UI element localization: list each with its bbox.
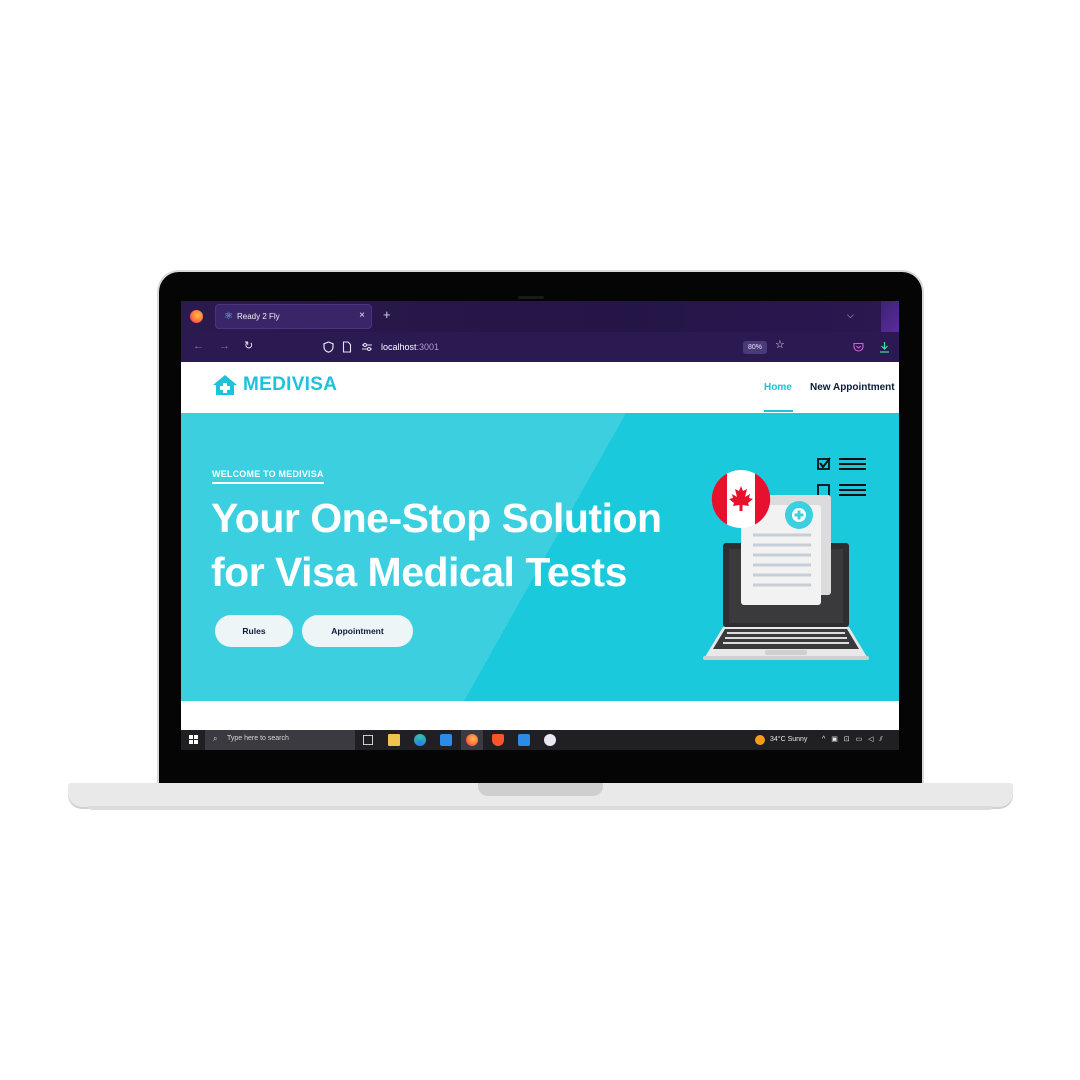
appointment-button[interactable]: Appointment xyxy=(302,615,413,647)
stage: ⚛ Ready 2 Fly × + ⌵ ← → ↻ localhost:3001… xyxy=(0,0,1080,1080)
system-tray-icons[interactable]: ^ ▣ ⊡ ▭ ◁ ⫽ xyxy=(822,735,885,744)
canada-flag-icon xyxy=(711,470,771,528)
laptop-screen: ⚛ Ready 2 Fly × + ⌵ ← → ↻ localhost:3001… xyxy=(181,301,899,750)
zoom-level-badge[interactable]: 80% xyxy=(743,341,767,354)
taskbar-search-placeholder: Type here to search xyxy=(227,735,289,742)
new-tab-button[interactable]: + xyxy=(383,308,391,322)
browser-tab-bar: ⚛ Ready 2 Fly × + ⌵ xyxy=(181,301,899,332)
hero-title-line-2: for Visa Medical Tests xyxy=(211,549,627,595)
taskbar-search-box[interactable]: ⌕ Type here to search xyxy=(205,730,355,750)
tab-title: Ready 2 Fly xyxy=(237,312,280,321)
download-icon[interactable] xyxy=(879,341,890,353)
url-port: :3001 xyxy=(416,342,440,352)
laptop-base-shadow xyxy=(88,806,993,810)
browser-tab-active[interactable]: ⚛ Ready 2 Fly × xyxy=(215,304,372,329)
checklist-icon xyxy=(817,457,866,497)
nav-active-indicator xyxy=(764,410,793,412)
page-content-below-hero xyxy=(181,701,899,730)
weather-sun-icon xyxy=(755,735,765,745)
page-icon[interactable] xyxy=(342,341,352,353)
bookmark-star-icon[interactable]: ☆ xyxy=(775,339,785,352)
file-explorer-icon[interactable] xyxy=(388,734,400,746)
reload-icon[interactable]: ↻ xyxy=(244,340,253,353)
permissions-icon[interactable] xyxy=(361,343,373,351)
vscode-insiders-icon[interactable] xyxy=(518,734,530,746)
brave-icon[interactable] xyxy=(492,734,504,746)
url-text[interactable]: localhost:3001 xyxy=(381,341,439,353)
nav-link-home[interactable]: Home xyxy=(764,382,792,393)
hero-eyebrow: WELCOME TO MEDIVISA xyxy=(212,469,324,484)
url-host: localhost xyxy=(381,342,417,352)
site-header: MEDIVISA Home New Appointment xyxy=(181,362,899,413)
list-tabs-icon[interactable]: ⌵ xyxy=(847,310,854,321)
pocket-icon[interactable] xyxy=(853,342,864,352)
back-icon[interactable]: ← xyxy=(193,340,204,353)
vscode-icon[interactable] xyxy=(440,734,452,746)
hero-title: Your One-Stop Solution for Visa Medical … xyxy=(211,491,671,599)
edge-icon[interactable] xyxy=(414,734,426,746)
rules-button[interactable]: Rules xyxy=(215,615,293,647)
search-icon: ⌕ xyxy=(213,734,218,743)
weather-text[interactable]: 34°C Sunny xyxy=(770,736,807,743)
laptop-camera xyxy=(518,296,544,299)
react-icon: ⚛ xyxy=(224,311,233,322)
nav-link-new-appointment[interactable]: New Appointment xyxy=(810,382,895,393)
tab-close-icon[interactable]: × xyxy=(359,310,365,322)
windows-start-icon[interactable] xyxy=(189,735,199,745)
hero-section: WELCOME TO MEDIVISA Your One-Stop Soluti… xyxy=(181,413,899,701)
home-plus-icon xyxy=(213,375,237,395)
brand-name: MEDIVISA xyxy=(243,374,338,395)
app-icon[interactable] xyxy=(544,734,556,746)
brand-logo[interactable]: MEDIVISA xyxy=(212,374,337,396)
task-view-icon[interactable] xyxy=(363,735,373,745)
shield-icon[interactable] xyxy=(323,341,334,353)
laptop-base-notch xyxy=(478,783,603,796)
windows-taskbar: ⌕ Type here to search 34°C Sunny ^ ▣ ⊡ ▭… xyxy=(181,730,899,750)
laptop-illustration xyxy=(703,457,869,660)
browser-nav-bar: ← → ↻ localhost:3001 80% ☆ xyxy=(181,332,899,362)
tabbar-decoration xyxy=(881,301,899,332)
firefox-icon[interactable] xyxy=(190,310,203,323)
address-bar[interactable]: localhost:3001 xyxy=(314,336,794,358)
hero-title-line-1: Your One-Stop Solution xyxy=(211,495,662,541)
firefox-taskbar-icon[interactable] xyxy=(466,734,478,746)
forward-icon[interactable]: → xyxy=(219,340,230,353)
